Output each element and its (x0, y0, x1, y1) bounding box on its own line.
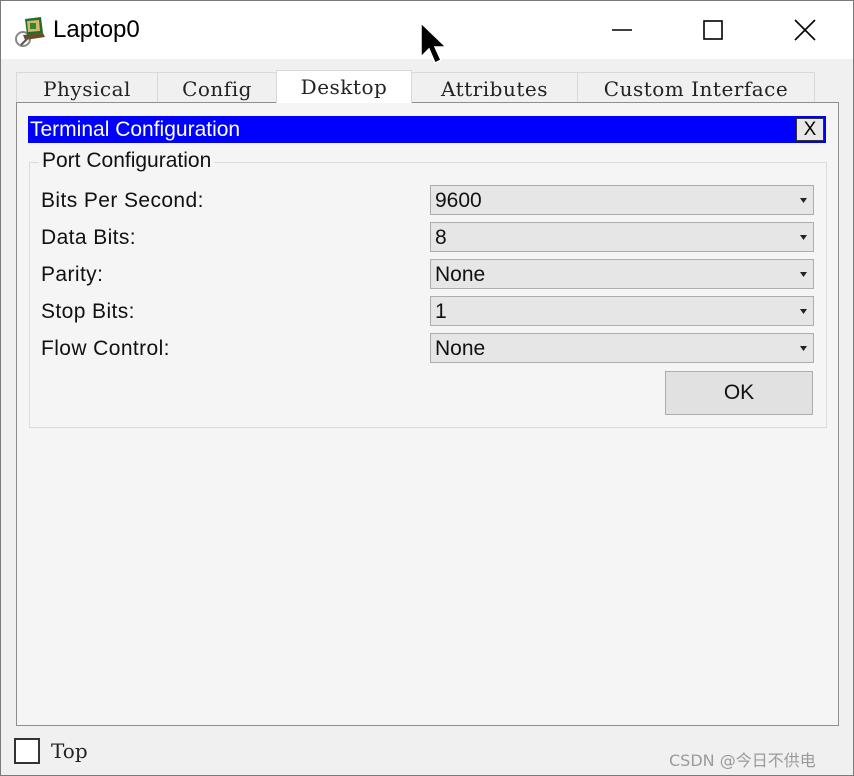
stop-bits-label: Stop Bits: (41, 300, 135, 323)
mouse-pointer-icon (420, 21, 448, 65)
laptop-app-icon (15, 17, 45, 47)
title-bar[interactable]: Laptop0 (1, 1, 853, 65)
tab-custom-interface[interactable]: Custom Interface (577, 72, 815, 103)
tab-config[interactable]: Config (157, 72, 277, 103)
bits-per-second-value: 9600 (435, 189, 482, 212)
dropdown-arrow-icon (800, 235, 807, 240)
terminal-config-header: Terminal Configuration X (28, 116, 826, 143)
flow-control-value: None (435, 337, 486, 360)
stop-bits-value: 1 (435, 300, 447, 323)
port-configuration-title: Port Configuration (39, 149, 215, 173)
minimize-button[interactable] (576, 1, 668, 59)
bits-per-second-select[interactable]: 9600 (430, 185, 814, 215)
data-bits-select[interactable]: 8 (430, 222, 814, 252)
data-bits-label: Data Bits: (41, 226, 137, 249)
dropdown-arrow-icon (800, 346, 807, 351)
window-title: Laptop0 (53, 16, 140, 43)
bits-per-second-label: Bits Per Second: (41, 189, 204, 212)
flow-control-label: Flow Control: (41, 337, 170, 360)
maximize-button[interactable] (667, 1, 759, 59)
close-button[interactable] (759, 1, 851, 59)
top-checkbox[interactable] (14, 738, 40, 764)
parity-select[interactable]: None (430, 259, 814, 289)
parity-label: Parity: (41, 263, 104, 286)
terminal-close-button[interactable]: X (796, 118, 824, 141)
data-bits-value: 8 (435, 226, 447, 249)
minimize-icon (612, 29, 632, 31)
desktop-panel: Terminal Configuration X Port Configurat… (16, 102, 839, 726)
stop-bits-select[interactable]: 1 (430, 296, 814, 326)
maximize-icon (703, 20, 723, 40)
watermark-text: CSDN @今日不供电 (669, 751, 816, 770)
dropdown-arrow-icon (800, 272, 807, 277)
tab-physical[interactable]: Physical (16, 72, 158, 103)
terminal-config-title: Terminal Configuration (30, 118, 241, 141)
tab-desktop[interactable]: Desktop (276, 70, 412, 103)
parity-value: None (435, 263, 486, 286)
tab-attributes[interactable]: Attributes (411, 72, 578, 103)
app-window: Laptop0 Physical Config Desktop Attribut… (0, 0, 854, 776)
dropdown-arrow-icon (800, 309, 807, 314)
dropdown-arrow-icon (800, 198, 807, 203)
ok-button[interactable]: OK (665, 371, 813, 415)
flow-control-select[interactable]: None (430, 333, 814, 363)
close-icon (794, 19, 816, 41)
top-checkbox-label: Top (51, 739, 88, 763)
